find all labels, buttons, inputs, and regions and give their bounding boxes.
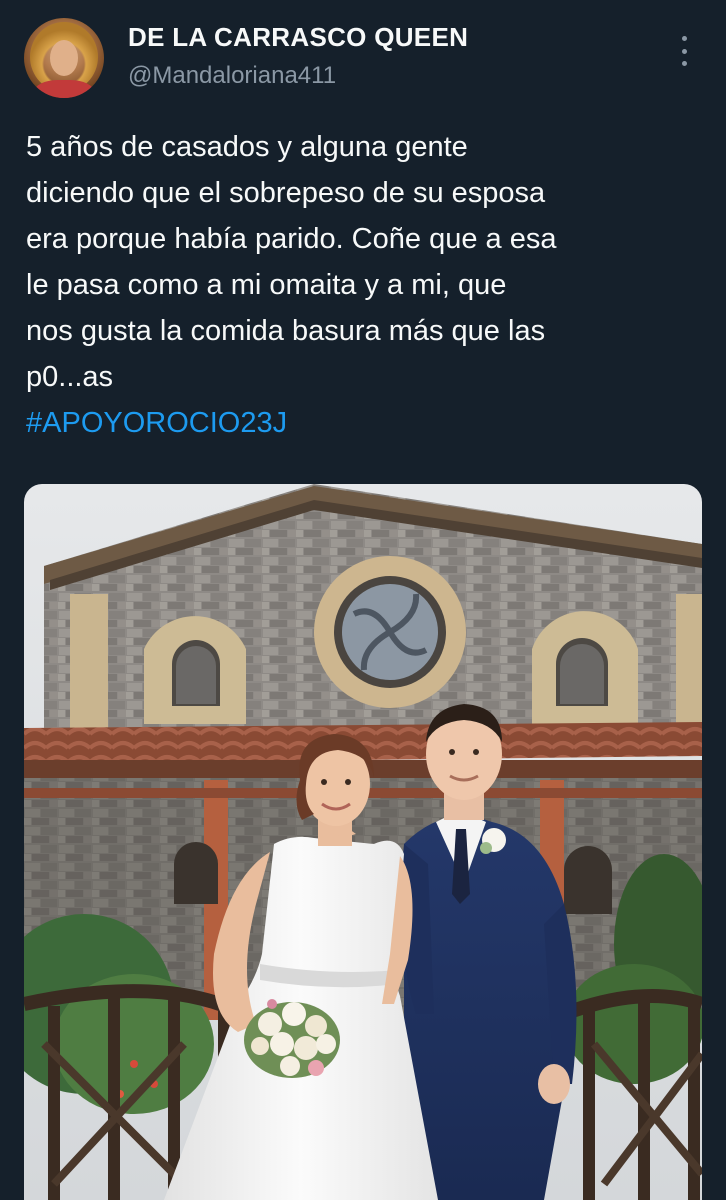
hashtag-link[interactable]: #APOYOROCIO23J	[26, 400, 287, 446]
tweet-text: 5 años de casados y alguna gente diciend…	[26, 131, 557, 393]
tweet-photo[interactable]	[24, 484, 702, 1200]
author-avatar[interactable]	[24, 18, 104, 98]
tweet-header: DE LA CARRASCO QUEEN @Mandaloriana411	[0, 0, 726, 110]
more-vertical-icon[interactable]	[672, 36, 696, 66]
author-handle[interactable]: @Mandaloriana411	[128, 62, 336, 90]
author-display-name[interactable]: DE LA CARRASCO QUEEN	[128, 22, 468, 53]
wedding-photo-image	[24, 484, 702, 1200]
